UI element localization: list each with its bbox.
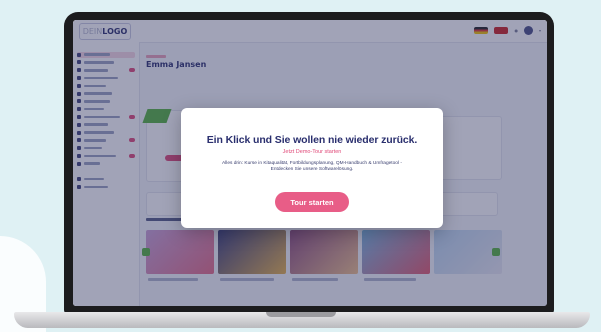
modal-description: Alles drin: Kurse in Kitaqualität, Fortb… xyxy=(222,161,402,173)
laptop-screen: DEINLOGO ● ▾ Emma Jansen Ein Klick und S… xyxy=(73,20,547,306)
start-tour-button[interactable]: Tour starten xyxy=(275,192,349,212)
laptop-notch xyxy=(266,312,336,317)
demo-tour-modal: Ein Klick und Sie wollen nie wieder zurü… xyxy=(181,108,443,228)
modal-title: Ein Klick und Sie wollen nie wieder zurü… xyxy=(206,134,418,146)
modal-subtitle: Jetzt Demo-Tour starten xyxy=(282,149,342,155)
